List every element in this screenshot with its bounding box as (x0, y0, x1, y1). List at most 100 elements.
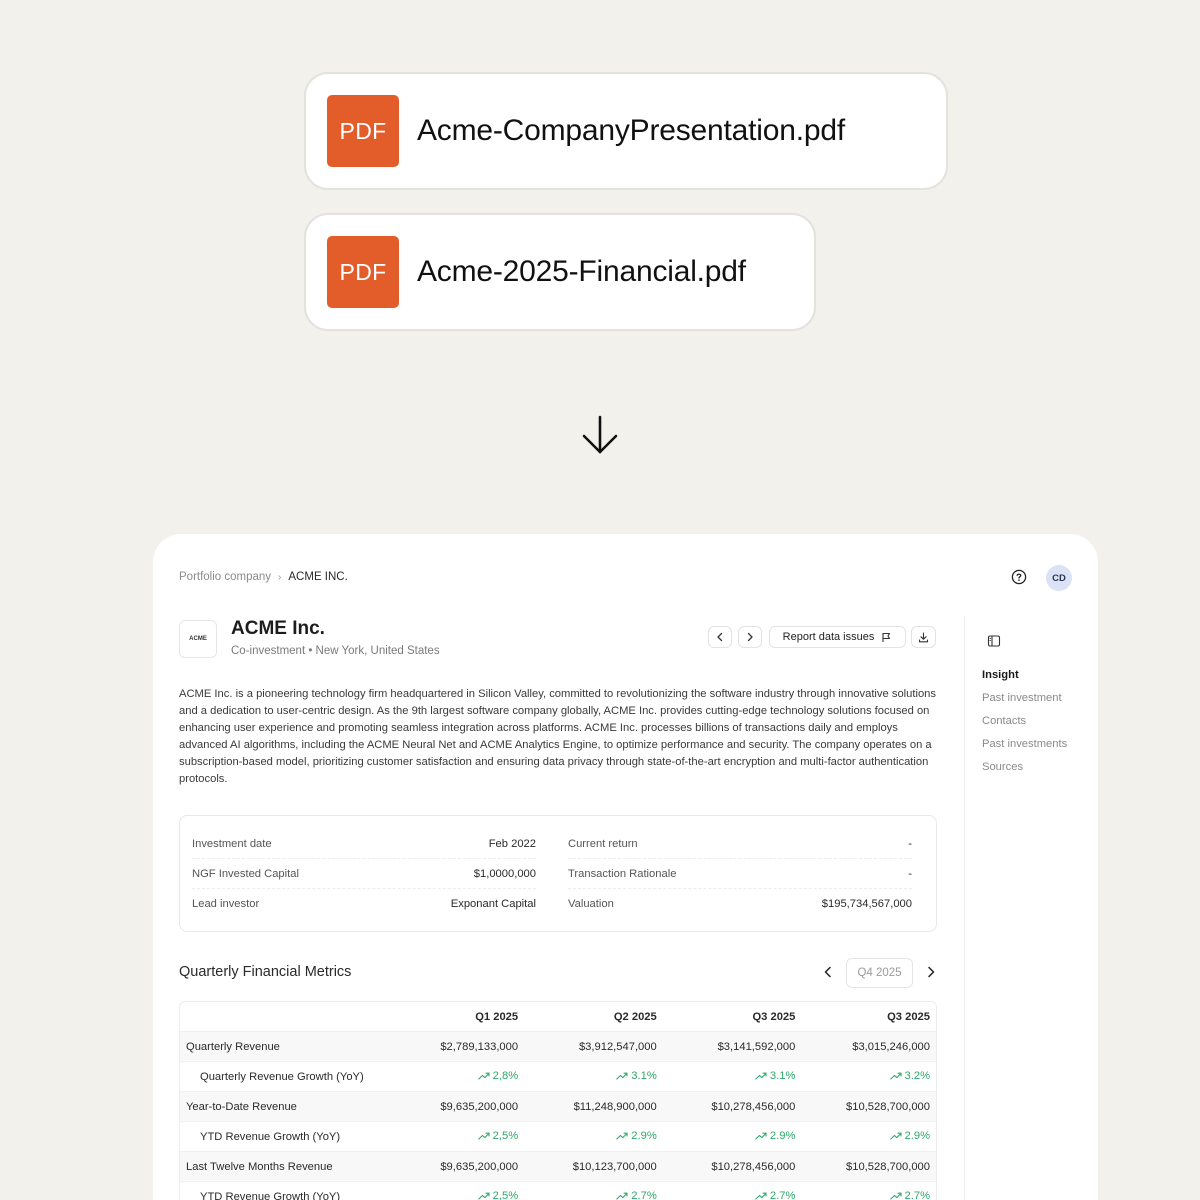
value-cell: $11,248,900,000 (573, 1100, 657, 1113)
toc-item-contacts[interactable]: Contacts (982, 713, 1067, 736)
flag-icon (882, 632, 891, 642)
growth-value: 2.9% (889, 1130, 930, 1142)
table-header-cell: Q1 2025 (475, 1010, 519, 1023)
info-label: NGF Invested Capital (192, 867, 299, 880)
sidebar-toggle-icon[interactable] (987, 634, 1001, 648)
info-label: Valuation (568, 898, 614, 910)
file-card-financial[interactable]: PDF Acme-2025-Financial.pdf (304, 213, 816, 331)
metric-label: Quarterly Revenue Growth (YoY) (200, 1070, 364, 1083)
info-label: Investment date (192, 837, 272, 850)
value-cell: $9,635,200,000 (440, 1100, 519, 1113)
report-label: Report data issues (782, 631, 875, 643)
growth-text: 2,5% (492, 1130, 519, 1142)
value-cell: $3,015,246,000 (852, 1040, 930, 1053)
previous-quarter-button[interactable] (819, 963, 837, 981)
info-label: Lead investor (192, 898, 260, 910)
trend-up-icon (889, 1192, 902, 1200)
sidebar-divider (964, 616, 965, 1200)
growth-value: 2,8% (477, 1070, 519, 1082)
value-cell: $10,528,700,000 (846, 1100, 930, 1113)
trend-up-icon (616, 1072, 628, 1080)
company-logo: ACME (179, 620, 217, 658)
trend-up-icon (616, 1192, 628, 1200)
growth-value: 3.2% (889, 1070, 930, 1082)
file-card-presentation[interactable]: PDF Acme-CompanyPresentation.pdf (304, 72, 948, 190)
growth-cell: 2.9% (518, 1130, 657, 1143)
company-description: ACME Inc. is a pioneering technology fir… (179, 688, 937, 785)
toc-item-past-investments[interactable]: Past investments (982, 736, 1067, 759)
growth-cell: 2.7% (795, 1190, 936, 1200)
toc-item-insight[interactable]: Insight (982, 667, 1067, 690)
previous-company-button[interactable] (708, 626, 732, 648)
info-row: Lead investor Exponant Capital (192, 889, 536, 919)
growth-text: 3.1% (631, 1070, 657, 1082)
growth-text: 2,5% (492, 1190, 519, 1200)
growth-cell: 3.1% (518, 1070, 657, 1083)
info-value: $195,734,567,000 (821, 898, 912, 910)
info-row: NGF Invested Capital $1,0000,000 (192, 859, 536, 889)
info-row: Current return - (568, 829, 912, 859)
trend-up-icon (889, 1072, 902, 1080)
quarter-select[interactable]: Q4 2025 (846, 958, 913, 988)
breadcrumb-parent[interactable]: Portfolio company (179, 571, 271, 583)
info-label: Transaction Rationale (568, 867, 677, 880)
info-row: Transaction Rationale - (568, 859, 912, 889)
report-data-issues-button[interactable]: Report data issues (769, 626, 906, 648)
trend-up-icon (616, 1132, 628, 1140)
value-cell: $9,635,200,000 (440, 1160, 519, 1173)
info-column-left: Investment date Feb 2022 NGF Invested Cap… (192, 829, 536, 919)
growth-cell: 2.9% (795, 1130, 936, 1143)
value-cell: $10,528,700,000 (846, 1160, 930, 1173)
growth-value: 2.7% (755, 1190, 796, 1200)
table-row: Quarterly Revenue Growth (YoY) 2,8% 3.1% 3.… (180, 1062, 936, 1092)
next-quarter-button[interactable] (922, 963, 940, 981)
growth-text: 2.7% (631, 1190, 657, 1200)
metric-label: YTD Revenue Growth (YoY) (200, 1190, 341, 1200)
trend-up-icon (755, 1072, 767, 1080)
table-header-row: Q1 2025 Q2 2025 Q3 2025 Q3 2025 (180, 1002, 936, 1032)
info-value: $1,0000,000 (473, 867, 536, 880)
growth-cell: 2.9% (657, 1130, 795, 1143)
file-name: Acme-CompanyPresentation.pdf (417, 114, 845, 147)
breadcrumb: Portfolio company › ACME INC. (179, 571, 348, 583)
table-row: Year-to-Date Revenue $9,635,200,000 $11,24… (180, 1092, 936, 1122)
table-header-cell: Q3 2025 (887, 1010, 930, 1023)
pdf-file-icon: PDF (327, 236, 399, 308)
trend-up-icon (477, 1192, 490, 1200)
info-column-right: Current return - Transaction Rationale - V… (568, 829, 912, 919)
avatar[interactable]: CD (1046, 565, 1072, 591)
download-button[interactable] (911, 626, 936, 648)
growth-cell: 2,8% (380, 1070, 519, 1083)
growth-cell: 2,5% (380, 1130, 519, 1143)
info-value: Feb 2022 (488, 837, 536, 850)
toc-item-past-investment[interactable]: Past investment (982, 690, 1067, 713)
growth-text: 2.7% (769, 1190, 796, 1200)
value-cell: $10,278,456,000 (711, 1100, 796, 1113)
growth-value: 2,5% (477, 1190, 519, 1200)
info-row: Investment date Feb 2022 (192, 829, 536, 859)
toc-item-sources[interactable]: Sources (982, 759, 1067, 782)
table-row: Last Twelve Months Revenue $9,635,200,000… (180, 1152, 936, 1182)
growth-text: 2.9% (631, 1130, 657, 1142)
metric-label: YTD Revenue Growth (YoY) (200, 1130, 341, 1143)
growth-value: 2.7% (616, 1190, 657, 1200)
growth-text: 3.1% (769, 1070, 796, 1082)
metrics-title: Quarterly Financial Metrics (179, 964, 352, 980)
value-cell: $10,278,456,000 (711, 1160, 796, 1173)
info-value: - (908, 837, 912, 850)
table-header-cell: Q2 2025 (613, 1010, 657, 1023)
trend-up-icon (755, 1192, 767, 1200)
arrow-down-icon (582, 415, 618, 454)
table-row: YTD Revenue Growth (YoY) 2,5% 2.7% 2.7% 2.7% (180, 1182, 936, 1200)
info-value: - (908, 867, 912, 880)
growth-cell: 3.2% (795, 1070, 936, 1083)
info-row: Valuation $195,734,567,000 (568, 889, 912, 919)
help-icon[interactable] (1011, 569, 1027, 585)
table-row: Quarterly Revenue $2,789,133,000 $3,912,54… (180, 1032, 936, 1062)
growth-text: 2,8% (492, 1070, 519, 1082)
next-company-button[interactable] (738, 626, 762, 648)
trend-up-icon (477, 1132, 490, 1140)
growth-value: 2.7% (889, 1190, 930, 1200)
growth-value: 3.1% (755, 1070, 796, 1082)
growth-value: 2,5% (477, 1130, 519, 1142)
